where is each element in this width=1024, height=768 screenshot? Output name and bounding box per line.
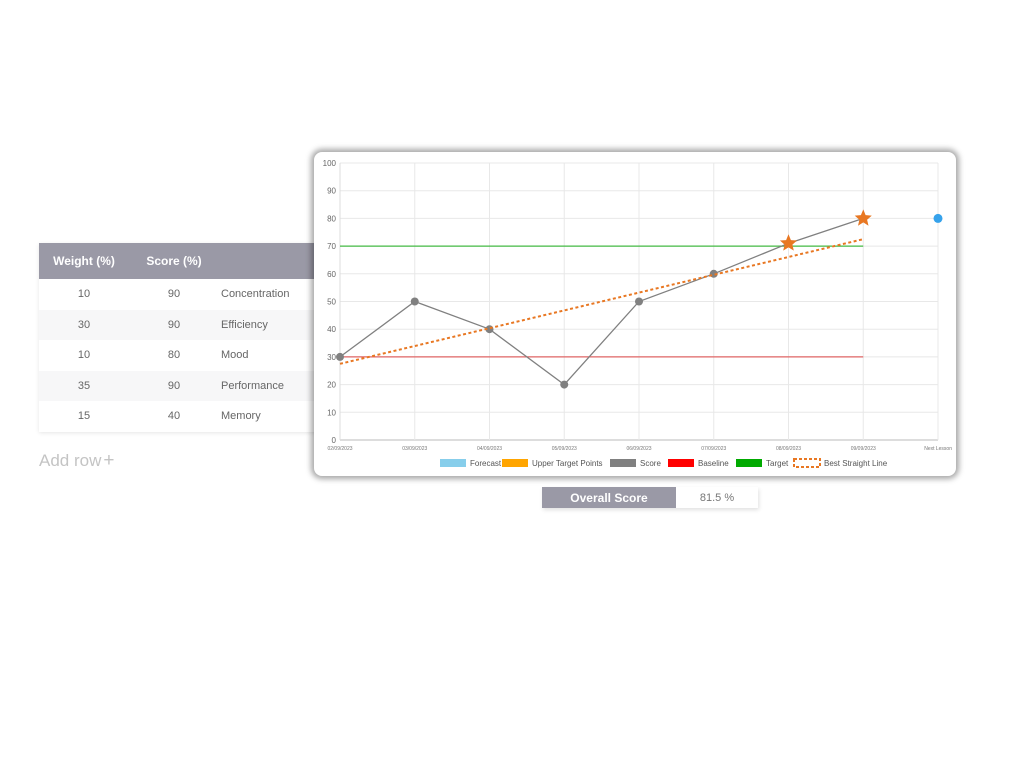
x-tick-label: 06/09/2023 (626, 446, 651, 452)
score-cell: 90 (167, 379, 181, 392)
table-row: 10 80 Mood (39, 340, 339, 371)
legend-swatch-baseline (668, 459, 694, 467)
category-cell: Efficiency (221, 318, 268, 331)
table-header: Weight (%) Score (%) (39, 243, 339, 279)
y-tick-label: 60 (327, 270, 336, 279)
x-tick-label: 05/09/2023 (552, 446, 577, 452)
weight-header: Weight (%) (53, 254, 115, 268)
table-body: 10 90 Concentration 30 90 Efficiency 10 80 Mood 3… (39, 279, 339, 432)
legend-swatch-best-straight-line (793, 458, 821, 468)
score-cell: 90 (167, 318, 181, 331)
score-chart: 0 10 20 30 40 50 60 70 80 90 100 02/09/2023 03/09/20… (323, 159, 952, 468)
score-point (635, 297, 643, 306)
add-row-button[interactable]: Add row + (39, 450, 114, 472)
legend-label-best-straight-line: Best Straight Line (824, 459, 888, 468)
x-tick-label: 04/09/2023 (477, 446, 502, 452)
chart-card: 0 10 20 30 40 50 60 70 80 90 100 02/09/2023 03/09/20… (314, 152, 956, 476)
legend-swatch-target (736, 459, 762, 467)
y-tick-label: 30 (327, 353, 336, 362)
legend-swatch-upper-target-points (502, 459, 528, 467)
weight-cell: 10 (77, 288, 91, 301)
legend-label-baseline: Baseline (698, 459, 729, 468)
category-cell: Concentration (221, 288, 290, 301)
plus-icon: + (103, 450, 115, 471)
score-cell: 40 (167, 410, 181, 423)
legend-label-score: Score (640, 459, 661, 468)
x-tick-label: Next Lesson (924, 446, 952, 452)
weight-cell: 10 (77, 349, 91, 362)
weight-cell: 30 (77, 318, 91, 331)
score-table: Weight (%) Score (%) 10 90 Concentration 30… (39, 243, 339, 432)
y-tick-label: 70 (327, 242, 336, 251)
y-tick-label: 40 (327, 325, 336, 334)
table-row: 35 90 Performance (39, 370, 339, 401)
score-point (560, 380, 569, 389)
x-tick-label: 02/09/2023 (327, 446, 352, 452)
y-tick-label: 50 (327, 298, 336, 307)
y-tick-label: 80 (327, 214, 336, 223)
legend-label-target: Target (766, 459, 789, 468)
score-cell: 80 (167, 349, 181, 362)
category-cell: Performance (221, 379, 284, 392)
category-cell: Memory (221, 410, 261, 423)
overall-score-label: Overall Score (542, 487, 676, 508)
legend-swatch-forecast (440, 459, 466, 467)
overall-score: Overall Score 81.5 % (542, 487, 758, 508)
x-tick-label: 08/09/2023 (776, 446, 801, 452)
legend-swatch-score (610, 459, 636, 467)
x-tick-label: 03/09/2023 (402, 446, 427, 452)
table-row: 15 40 Memory (39, 401, 339, 432)
y-tick-label: 10 (327, 408, 336, 417)
score-point (410, 297, 419, 306)
y-tick-label: 90 (327, 187, 336, 196)
weight-cell: 35 (77, 379, 91, 392)
add-row-label: Add row (39, 451, 102, 470)
legend-label-forecast: Forecast (470, 459, 502, 468)
y-tick-label: 0 (332, 436, 337, 445)
score-point (336, 352, 344, 361)
overall-score-value: 81.5 % (676, 487, 758, 508)
x-tick-label: 09/09/2023 (851, 446, 876, 452)
score-cell: 90 (167, 288, 181, 301)
category-cell: Mood (221, 349, 249, 362)
table-row: 10 90 Concentration (39, 279, 339, 310)
y-tick-label: 20 (327, 381, 336, 390)
weight-cell: 15 (77, 410, 91, 423)
table-row: 30 90 Efficiency (39, 309, 339, 340)
forecast-point (933, 213, 943, 223)
x-tick-label: 07/09/2023 (701, 446, 726, 452)
score-header: Score (%) (146, 254, 202, 268)
y-tick-label: 100 (323, 159, 337, 168)
legend-label-upper-target-points: Upper Target Points (532, 459, 603, 468)
